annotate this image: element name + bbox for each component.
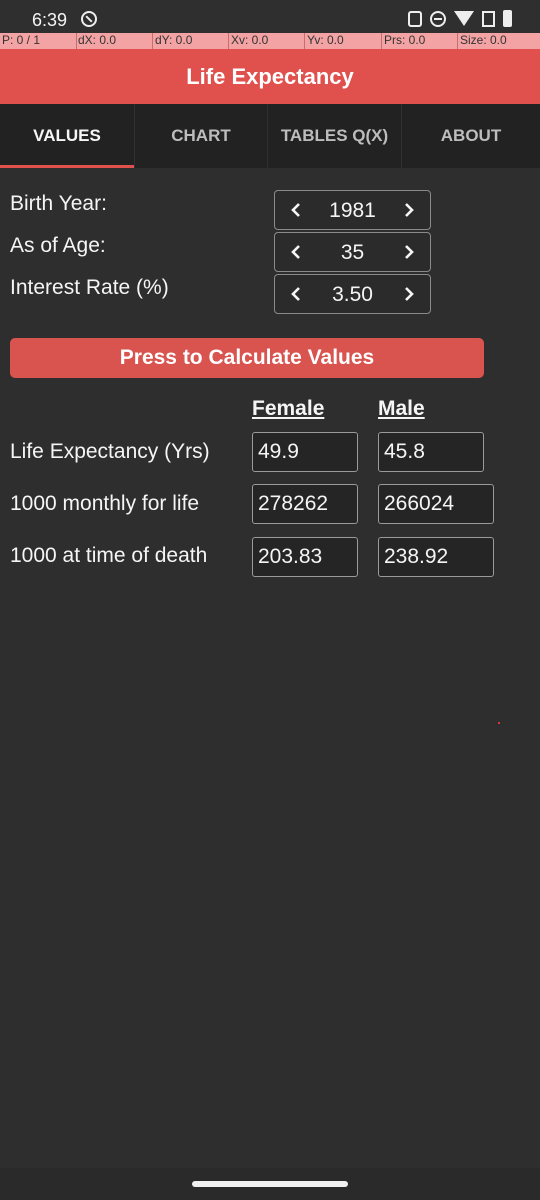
- no-sim-icon: [482, 10, 495, 27]
- pointer-divider: [228, 33, 229, 49]
- app-title: Life Expectancy: [186, 64, 354, 89]
- as-of-age-label: As of Age:: [10, 234, 106, 257]
- pointer-dx: dX: 0.0: [78, 33, 117, 47]
- home-gesture-handle[interactable]: [192, 1181, 348, 1187]
- touch-indicator-dot: [498, 722, 500, 724]
- tab-about[interactable]: ABOUT: [402, 104, 540, 168]
- pointer-divider: [381, 33, 382, 49]
- birth-year-label: Birth Year:: [10, 192, 107, 215]
- life-expectancy-male-field[interactable]: 45.8: [378, 432, 484, 472]
- pointer-divider: [457, 33, 458, 49]
- chevron-right-icon[interactable]: [398, 283, 420, 305]
- interest-rate-value[interactable]: 3.50: [305, 283, 400, 307]
- tab-bar: VALUES CHART TABLES Q(X) ABOUT: [0, 104, 540, 168]
- pointer-yv: Yv: 0.0: [307, 33, 344, 47]
- pointer-divider: [76, 33, 77, 49]
- at-time-of-death-female-field[interactable]: 203.83: [252, 537, 358, 577]
- life-expectancy-label: Life Expectancy (Yrs): [10, 440, 210, 463]
- pointer-location-overlay: P: 0 / 1 dX: 0.0 dY: 0.0 Xv: 0.0 Yv: 0.0…: [0, 33, 540, 49]
- system-icons: [408, 10, 512, 27]
- chevron-left-icon[interactable]: [285, 199, 307, 221]
- male-column-header: Male: [378, 397, 425, 420]
- pointer-count: P: 0 / 1: [2, 33, 41, 47]
- monthly-for-life-label: 1000 monthly for life: [10, 492, 200, 515]
- status-bar: 6:39: [0, 0, 540, 34]
- pointer-pressure: Prs: 0.0: [384, 33, 426, 47]
- as-of-age-stepper: 35: [274, 232, 431, 272]
- at-time-of-death-male-field[interactable]: 238.92: [378, 537, 494, 577]
- calculate-values-button[interactable]: Press to Calculate Values: [10, 338, 484, 378]
- chevron-right-icon[interactable]: [398, 241, 420, 263]
- tab-chart[interactable]: CHART: [135, 104, 267, 168]
- birth-year-value[interactable]: 1981: [305, 199, 400, 223]
- life-expectancy-female-field[interactable]: 49.9: [252, 432, 358, 472]
- pointer-size: Size: 0.0: [460, 33, 507, 47]
- tab-values[interactable]: VALUES: [0, 104, 134, 168]
- chevron-right-icon[interactable]: [398, 199, 420, 221]
- chevron-left-icon[interactable]: [285, 283, 307, 305]
- pointer-dy: dY: 0.0: [155, 33, 193, 47]
- do-not-disturb-icon: [430, 10, 446, 27]
- interest-rate-label: Interest Rate (%): [10, 276, 169, 299]
- pointer-divider: [304, 33, 305, 49]
- wifi-icon: [454, 11, 474, 26]
- pointer-divider: [152, 33, 153, 49]
- interest-rate-stepper: 3.50: [274, 274, 431, 314]
- at-time-of-death-label: 1000 at time of death: [10, 544, 208, 567]
- data-saver-icon: [81, 11, 97, 27]
- pointer-xv: Xv: 0.0: [231, 33, 269, 47]
- status-time: 6:39: [32, 10, 68, 30]
- vibrate-icon: [408, 10, 422, 27]
- app-title-bar: Life Expectancy: [0, 49, 540, 104]
- birth-year-stepper: 1981: [274, 190, 431, 230]
- navigation-bar: [0, 1168, 540, 1200]
- tab-tables-qx[interactable]: TABLES Q(X): [268, 104, 401, 168]
- female-column-header: Female: [252, 397, 325, 420]
- monthly-for-life-male-field[interactable]: 266024: [378, 484, 494, 524]
- as-of-age-value[interactable]: 35: [305, 241, 400, 265]
- monthly-for-life-female-field[interactable]: 278262: [252, 484, 358, 524]
- battery-icon: [503, 10, 512, 27]
- chevron-left-icon[interactable]: [285, 241, 307, 263]
